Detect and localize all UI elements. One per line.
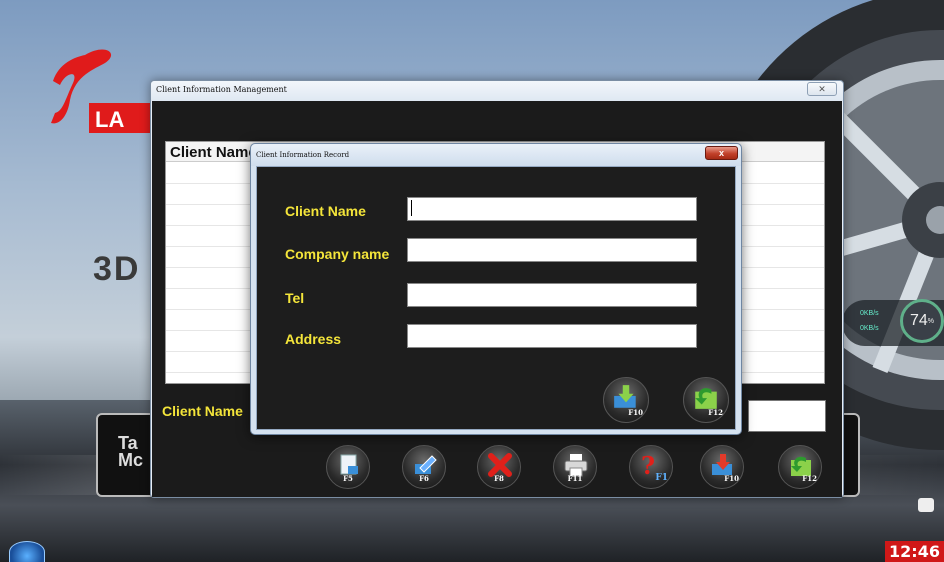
brand-logo-text: LA <box>95 107 124 132</box>
text-caret <box>411 200 412 216</box>
upload-speed: 0KB/s <box>860 310 879 317</box>
save-key: F10 <box>724 474 739 483</box>
new-record-key: F5 <box>343 474 353 483</box>
address-label: Address <box>285 331 342 347</box>
save-button[interactable]: F10 <box>700 445 744 489</box>
main-window-title: Client Information Management <box>156 85 287 94</box>
print-key: F11 <box>567 474 583 483</box>
dialog-title: Client Information Record <box>256 151 350 159</box>
dialog-close-button[interactable]: x <box>705 146 738 160</box>
print-button[interactable]: F11 <box>553 445 597 489</box>
company-name-label: Company name <box>285 246 390 262</box>
dialog-body: Client Name Company name Tel Address F10… <box>256 166 736 430</box>
main-window-close-button[interactable]: ✕ <box>807 82 837 96</box>
save-icon <box>614 385 636 408</box>
background-app-panel-text: Ta Mc <box>118 433 144 470</box>
delete-button[interactable]: F8 <box>477 445 521 489</box>
dialog-save-button[interactable]: F10 <box>603 377 649 423</box>
gauge-percentage: 74% <box>900 299 944 343</box>
edit-key: F6 <box>419 474 429 483</box>
filter-client-name-label: Client Name <box>162 403 243 419</box>
brand-3d-heading: 3D <box>93 250 141 288</box>
dialog-titlebar[interactable]: Client Information Record x <box>251 144 741 166</box>
help-button[interactable]: ? F1 <box>629 445 673 489</box>
return-key: F12 <box>802 474 817 483</box>
main-window-titlebar[interactable]: Client Information Management ✕ <box>151 81 843 101</box>
grid-column-client-name[interactable]: Client Name <box>170 144 257 161</box>
download-speed: 0KB/s <box>860 325 879 332</box>
dialog-return-button[interactable]: F12 <box>683 377 729 423</box>
edit-button[interactable]: F6 <box>402 445 446 489</box>
client-name-label: Client Name <box>285 203 366 219</box>
help-key: F1 <box>655 473 668 483</box>
brand-logo: LA <box>51 49 155 133</box>
dialog-return-key: F12 <box>708 408 723 417</box>
return-icon <box>695 388 717 409</box>
gauge-value: 74 <box>909 312 928 329</box>
tel-field[interactable] <box>407 283 697 307</box>
return-button[interactable]: F12 <box>778 445 822 489</box>
start-button-icon[interactable] <box>9 541 45 562</box>
new-record-button[interactable]: F5 <box>326 445 370 489</box>
company-name-field[interactable] <box>407 238 697 262</box>
client-name-field[interactable] <box>407 197 697 221</box>
tel-label: Tel <box>285 290 305 306</box>
address-field[interactable] <box>407 324 697 348</box>
delete-key: F8 <box>494 474 504 483</box>
filter-client-name-input[interactable] <box>748 400 826 432</box>
tray-plug-icon[interactable] <box>918 498 934 512</box>
client-information-record-dialog: Client Information Record x Client Name … <box>250 143 742 435</box>
gauge-unit: % <box>927 317 935 325</box>
dialog-save-key: F10 <box>628 408 643 417</box>
taskbar-clock[interactable]: 12:46 <box>885 541 944 562</box>
